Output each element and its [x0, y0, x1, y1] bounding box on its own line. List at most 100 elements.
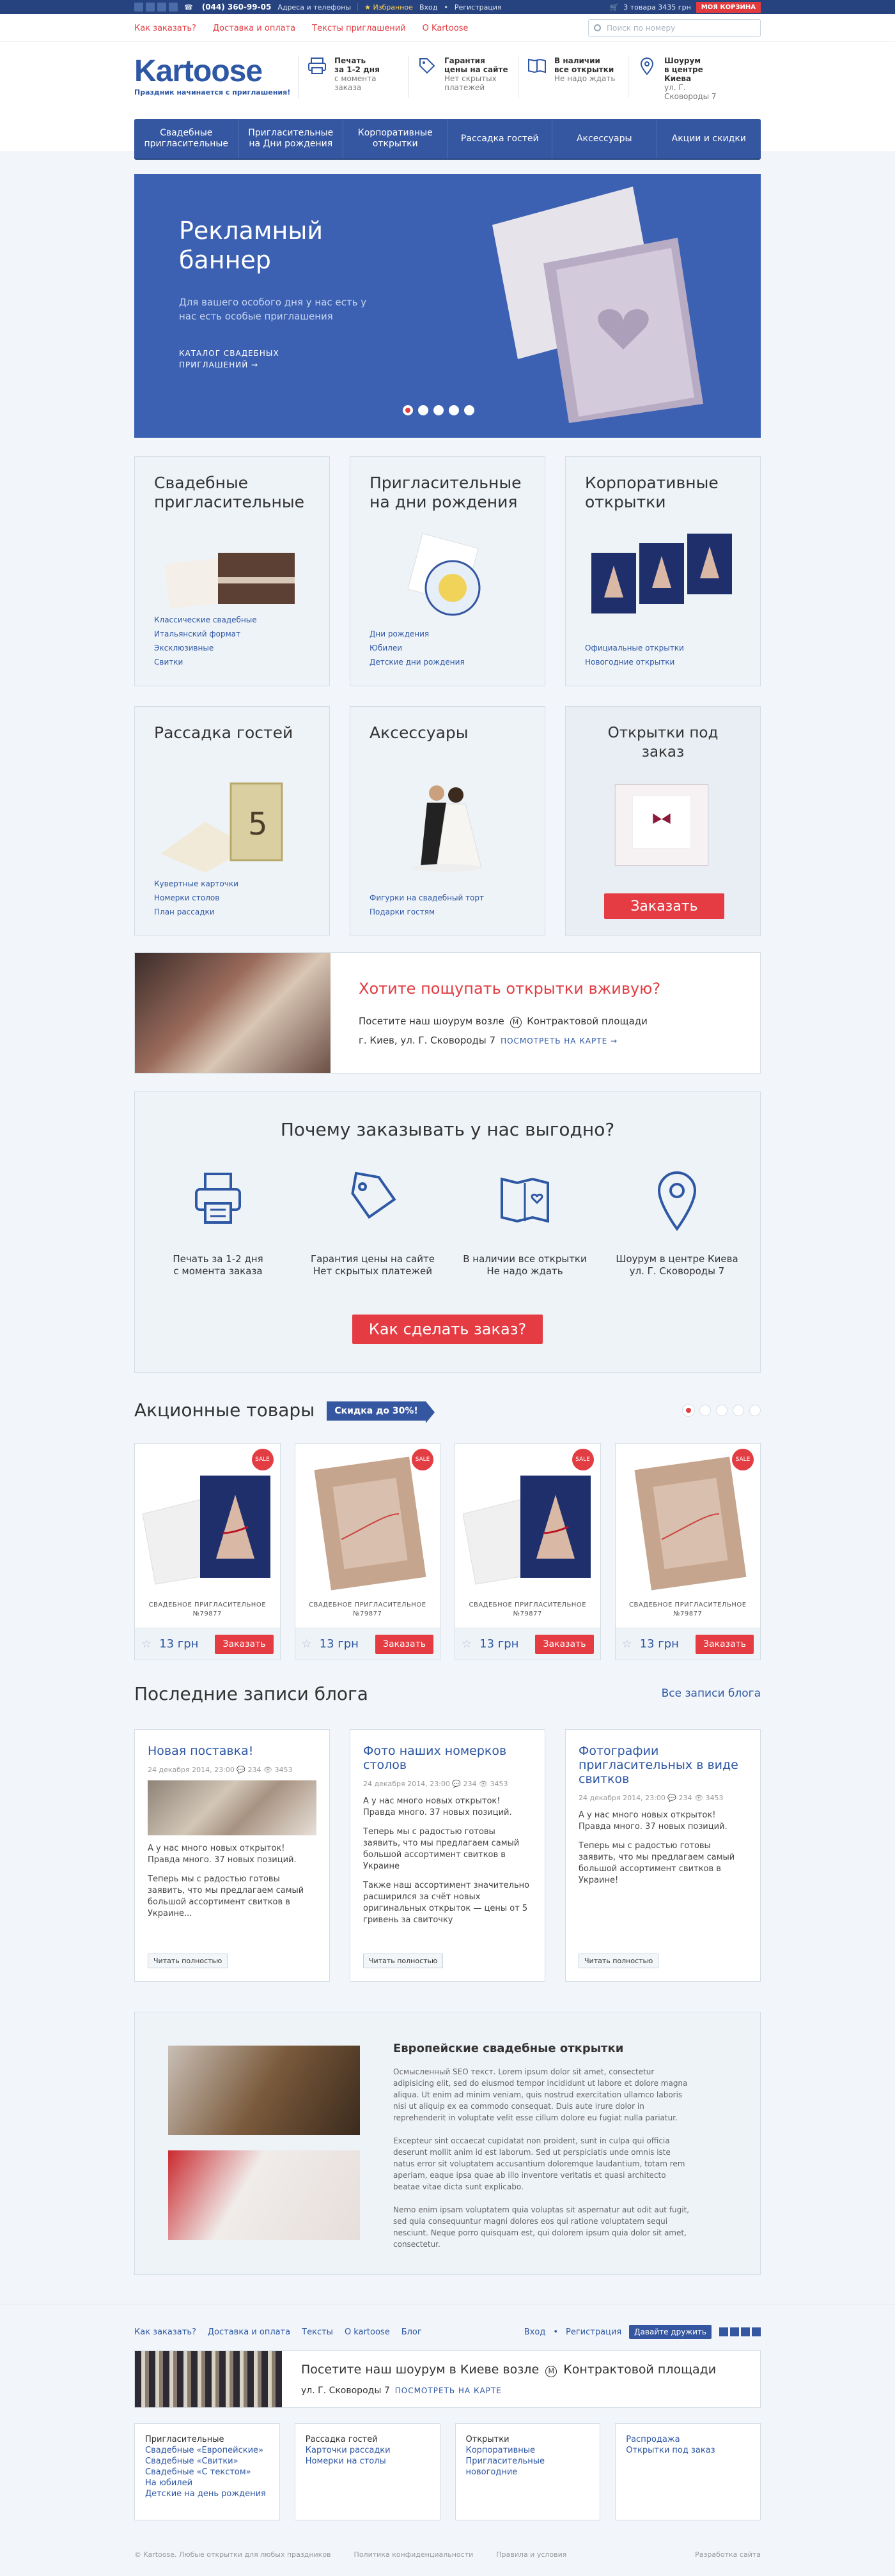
terms-link[interactable]: Правила и условия: [496, 2550, 566, 2559]
read-more-button[interactable]: Читать полностью: [363, 1954, 444, 1968]
card-link[interactable]: Номерки столов: [154, 891, 238, 905]
footer-columns: Пригласительные Свадебные «Европейские» …: [134, 2423, 761, 2520]
subscribe-button[interactable]: Давайте дружить: [629, 2325, 712, 2339]
footer-login-link[interactable]: Вход: [524, 2327, 546, 2337]
card-link[interactable]: Юбилеи: [370, 641, 465, 655]
why-item-showroom: Шоурум в центре Киева ул. Г. Сковороды 7: [607, 1168, 747, 1277]
favorite-star-icon[interactable]: ☆: [462, 1637, 472, 1651]
category-card-custom[interactable]: Открытки под заказ Заказать: [565, 706, 761, 936]
card-link[interactable]: Подарки гостям: [370, 905, 484, 919]
menu-item-sales[interactable]: Акции и скидки: [657, 119, 761, 158]
slider-dot[interactable]: [403, 405, 413, 415]
how-to-order-link[interactable]: Как заказать?: [134, 24, 196, 33]
instagram-icon[interactable]: [169, 3, 178, 12]
slider-dot[interactable]: [699, 1405, 711, 1416]
vk-icon[interactable]: [146, 3, 155, 12]
banner-catalog-link[interactable]: КАТАЛОГ СВАДЕБНЫХ ПРИГЛАШЕНИЙ →: [179, 348, 279, 371]
twitter-icon[interactable]: [157, 3, 166, 12]
instagram-icon[interactable]: [741, 2327, 750, 2336]
post-title[interactable]: Фотографии пригласительных в виде свитко…: [579, 1744, 747, 1786]
footer-link[interactable]: О kartoose: [345, 2327, 390, 2337]
product-card[interactable]: SALE СВАДЕБНОЕ ПРИГЛАСИТЕЛЬНОЕ №79877 ☆ 13…: [455, 1443, 601, 1660]
favorites-link[interactable]: ★ Избранное: [364, 3, 413, 12]
menu-item-accessories[interactable]: Аксессуары: [552, 119, 657, 158]
card-link[interactable]: Кувертные карточки: [154, 877, 238, 891]
post-title[interactable]: Новая поставка!: [148, 1744, 316, 1758]
post-meta: 24 декабря 2014, 23:00 💬 234 👁 3453: [579, 1794, 724, 1802]
card-link[interactable]: Детские дни рождения: [370, 655, 465, 669]
vk-icon[interactable]: [730, 2327, 739, 2336]
addresses-link[interactable]: Адреса и телефоны: [277, 3, 351, 12]
category-card-birthday[interactable]: Пригласительные на дни рождения Дни рожд…: [350, 456, 545, 686]
category-card-wedding[interactable]: Свадебные пригласительные Классические с…: [134, 456, 330, 686]
post-image: [148, 1780, 316, 1835]
all-posts-link[interactable]: Все записи блога: [662, 1687, 761, 1700]
about-link[interactable]: О Kartoose: [423, 24, 469, 33]
order-button[interactable]: Заказать: [604, 893, 724, 919]
order-button[interactable]: Заказать: [215, 1634, 274, 1654]
footer-link[interactable]: Доставка и оплата: [208, 2327, 290, 2337]
favorite-star-icon[interactable]: ☆: [622, 1637, 632, 1651]
slider-dot[interactable]: [749, 1405, 761, 1416]
phone-number[interactable]: (044) 360-99-05: [202, 3, 272, 12]
texts-link[interactable]: Тексты приглашений: [312, 24, 406, 33]
post-title[interactable]: Фото наших номерков столов: [363, 1744, 532, 1772]
favorite-star-icon[interactable]: ☆: [302, 1637, 312, 1651]
slider-dot[interactable]: [418, 405, 428, 415]
slider-dot[interactable]: [433, 405, 444, 415]
footer-register-link[interactable]: Регистрация: [566, 2327, 621, 2337]
footer-link[interactable]: Как заказать?: [134, 2327, 196, 2337]
menu-item-wedding[interactable]: Свадебные пригласительные: [134, 119, 239, 158]
card-link[interactable]: Эксклюзивные: [154, 641, 257, 655]
my-cart-button[interactable]: МОЯ КОРЗИНА: [696, 1, 761, 13]
privacy-link[interactable]: Политика конфиденциальности: [354, 2550, 474, 2559]
product-card[interactable]: SALE СВАДЕБНОЕ ПРИГЛАСИТЕЛЬНОЕ №79877 ☆ 13…: [614, 1443, 761, 1660]
category-grid: Свадебные пригласительные Классические с…: [134, 456, 761, 936]
menu-item-corporate[interactable]: Корпоративные открытки: [343, 119, 448, 158]
card-link[interactable]: Фигурки на свадебный торт: [370, 891, 484, 905]
order-button[interactable]: Заказать: [535, 1634, 594, 1654]
slider-dot[interactable]: [683, 1405, 694, 1416]
logo[interactable]: Kartoose Праздник начинается с приглашен…: [134, 56, 298, 97]
product-card[interactable]: SALE СВАДЕБНОЕ ПРИГЛАСИТЕЛЬНОЕ №79877 ☆ 13…: [294, 1443, 440, 1660]
card-link[interactable]: Дни рождения: [370, 627, 465, 641]
category-card-seating[interactable]: Рассадка гостей 5 Кувертные карточки Ном…: [134, 706, 330, 936]
slider-dot[interactable]: [733, 1405, 744, 1416]
delivery-link[interactable]: Доставка и оплата: [213, 24, 295, 33]
slider-dot[interactable]: [464, 405, 474, 415]
card-title: Аксессуары: [370, 723, 469, 742]
menu-item-seating[interactable]: Рассадка гостей: [448, 119, 552, 158]
map-link[interactable]: ПОСМОТРЕТЬ НА КАРТЕ →: [501, 1037, 618, 1045]
product-card[interactable]: SALE СВАДЕБНОЕ ПРИГЛАСИТЕЛЬНОЕ №79877 ☆ 13…: [134, 1443, 281, 1660]
footer-link[interactable]: Тексты: [302, 2327, 333, 2337]
read-more-button[interactable]: Читать полностью: [148, 1954, 228, 1968]
footer-showroom-photo: [135, 2351, 282, 2407]
search-input[interactable]: Поиск по номеру: [588, 19, 761, 37]
category-card-corporate[interactable]: Корпоративные открытки Официальные откры…: [565, 456, 761, 686]
card-link[interactable]: Итальянский формат: [154, 627, 257, 641]
facebook-icon[interactable]: [719, 2327, 728, 2336]
footer-link[interactable]: Блог: [401, 2327, 422, 2337]
facebook-icon[interactable]: [134, 3, 143, 12]
order-button[interactable]: Заказать: [695, 1634, 754, 1654]
order-button[interactable]: Заказать: [375, 1634, 433, 1654]
login-link[interactable]: Вход: [419, 3, 437, 12]
card-link[interactable]: Официальные открытки: [585, 641, 684, 655]
developer-link[interactable]: Разработка сайта: [695, 2550, 761, 2559]
card-link[interactable]: План рассадки: [154, 905, 238, 919]
menu-item-birthday[interactable]: Пригласительные на Дни рождения: [239, 119, 343, 158]
favorite-star-icon[interactable]: ☆: [141, 1637, 152, 1651]
promo-banner[interactable]: Рекламный баннер Для вашего особого дня у…: [134, 174, 761, 438]
footer-map-link[interactable]: ПОСМОТРЕТЬ НА КАРТЕ: [395, 2386, 502, 2395]
slider-dot[interactable]: [449, 405, 459, 415]
card-link[interactable]: Свитки: [154, 655, 257, 669]
register-link[interactable]: Регистрация: [455, 3, 502, 12]
twitter-icon[interactable]: [752, 2327, 761, 2336]
category-card-accessories[interactable]: Аксессуары Фигурки на свадебный торт Под…: [350, 706, 545, 936]
card-link[interactable]: Новогодние открытки: [585, 655, 684, 669]
read-more-button[interactable]: Читать полностью: [579, 1954, 659, 1968]
card-link[interactable]: Классические свадебные: [154, 613, 257, 627]
how-to-order-button[interactable]: Как сделать заказ?: [352, 1315, 543, 1344]
post-meta: 24 декабря 2014, 23:00 💬 234 👁 3453: [148, 1766, 293, 1774]
slider-dot[interactable]: [716, 1405, 728, 1416]
